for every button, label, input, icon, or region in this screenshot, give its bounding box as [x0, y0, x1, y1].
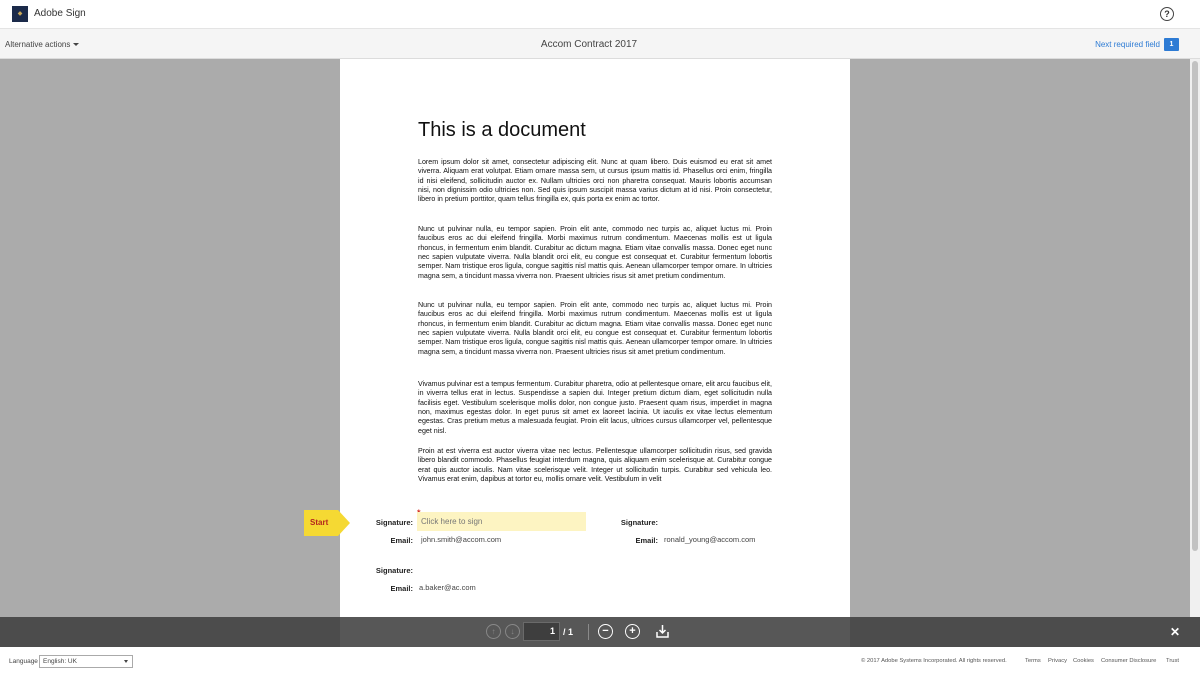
action-bar: Alternative actions Accom Contract 2017 …	[0, 29, 1200, 59]
arrow-up-icon[interactable]: ↑	[486, 624, 501, 639]
email-label: Email:	[390, 584, 413, 593]
page-number-input[interactable]: 1	[523, 622, 560, 641]
footer-link-terms[interactable]: Terms	[1025, 658, 1041, 664]
zoom-out-icon[interactable]: −	[598, 624, 613, 639]
page-toolbar: ↑ ↓ 1 / 1 − + ✕	[0, 617, 1200, 647]
paragraph: Proin at est viverra est auctor viverra …	[418, 447, 772, 484]
signature-label: Signature:	[375, 566, 413, 575]
top-bar: ◆ Adobe Sign ?	[0, 0, 1200, 29]
click-to-sign-field[interactable]: Click here to sign	[417, 512, 586, 531]
chevron-down-icon	[124, 660, 128, 663]
app-name: Adobe Sign	[34, 8, 86, 19]
language-value: English: UK	[43, 658, 77, 665]
language-select[interactable]: English: UK	[39, 655, 133, 668]
signer-email: a.baker@ac.com	[419, 583, 476, 592]
footer-link-trust[interactable]: Trust	[1166, 658, 1179, 664]
toolbar-divider	[588, 624, 589, 640]
page-total: / 1	[563, 627, 574, 637]
sign-field-placeholder: Click here to sign	[421, 517, 483, 526]
document-heading: This is a document	[418, 119, 586, 141]
required-field-count-badge[interactable]: 1	[1164, 38, 1179, 51]
vertical-scrollbar[interactable]	[1190, 59, 1200, 617]
email-label: Email:	[635, 536, 658, 545]
toolbar-center	[340, 617, 850, 647]
arrow-down-icon[interactable]: ↓	[505, 624, 520, 639]
document-title: Accom Contract 2017	[540, 39, 638, 50]
document-page: This is a document Lorem ipsum dolor sit…	[340, 59, 850, 617]
adobe-sign-logo: ◆	[12, 6, 28, 22]
start-arrow-icon	[338, 510, 350, 536]
close-icon[interactable]: ✕	[1170, 625, 1180, 639]
paragraph: Vivamus pulvinar est a tempus fermentum.…	[418, 380, 772, 435]
email-label: Email:	[390, 536, 413, 545]
start-button[interactable]: Start	[304, 510, 338, 536]
signer-email: john.smith@accom.com	[421, 535, 502, 544]
signer-email: ronald_young@accom.com	[664, 535, 756, 544]
footer-link-consumer-disclosure[interactable]: Consumer Disclosure	[1101, 658, 1156, 664]
footer-link-privacy[interactable]: Privacy	[1048, 658, 1067, 664]
scrollbar-thumb[interactable]	[1192, 61, 1198, 551]
signature-label: Signature:	[375, 518, 413, 527]
help-icon[interactable]: ?	[1160, 7, 1174, 21]
paragraph: Nunc ut pulvinar nulla, eu tempor sapien…	[418, 301, 772, 356]
paragraph: Nunc ut pulvinar nulla, eu tempor sapien…	[418, 225, 772, 280]
copyright-text: © 2017 Adobe Systems Incorporated. All r…	[861, 658, 1007, 664]
next-required-field-link[interactable]: Next required field	[1095, 40, 1160, 49]
footer-link-cookies[interactable]: Cookies	[1073, 658, 1094, 664]
signature-label: Signature:	[620, 518, 658, 527]
paragraph: Lorem ipsum dolor sit amet, consectetur …	[418, 158, 772, 204]
language-label: Language	[9, 658, 38, 665]
start-label: Start	[310, 518, 329, 527]
download-icon[interactable]	[655, 624, 670, 639]
zoom-in-icon[interactable]: +	[625, 624, 640, 639]
footer: Language English: UK © 2017 Adobe System…	[0, 647, 1200, 675]
